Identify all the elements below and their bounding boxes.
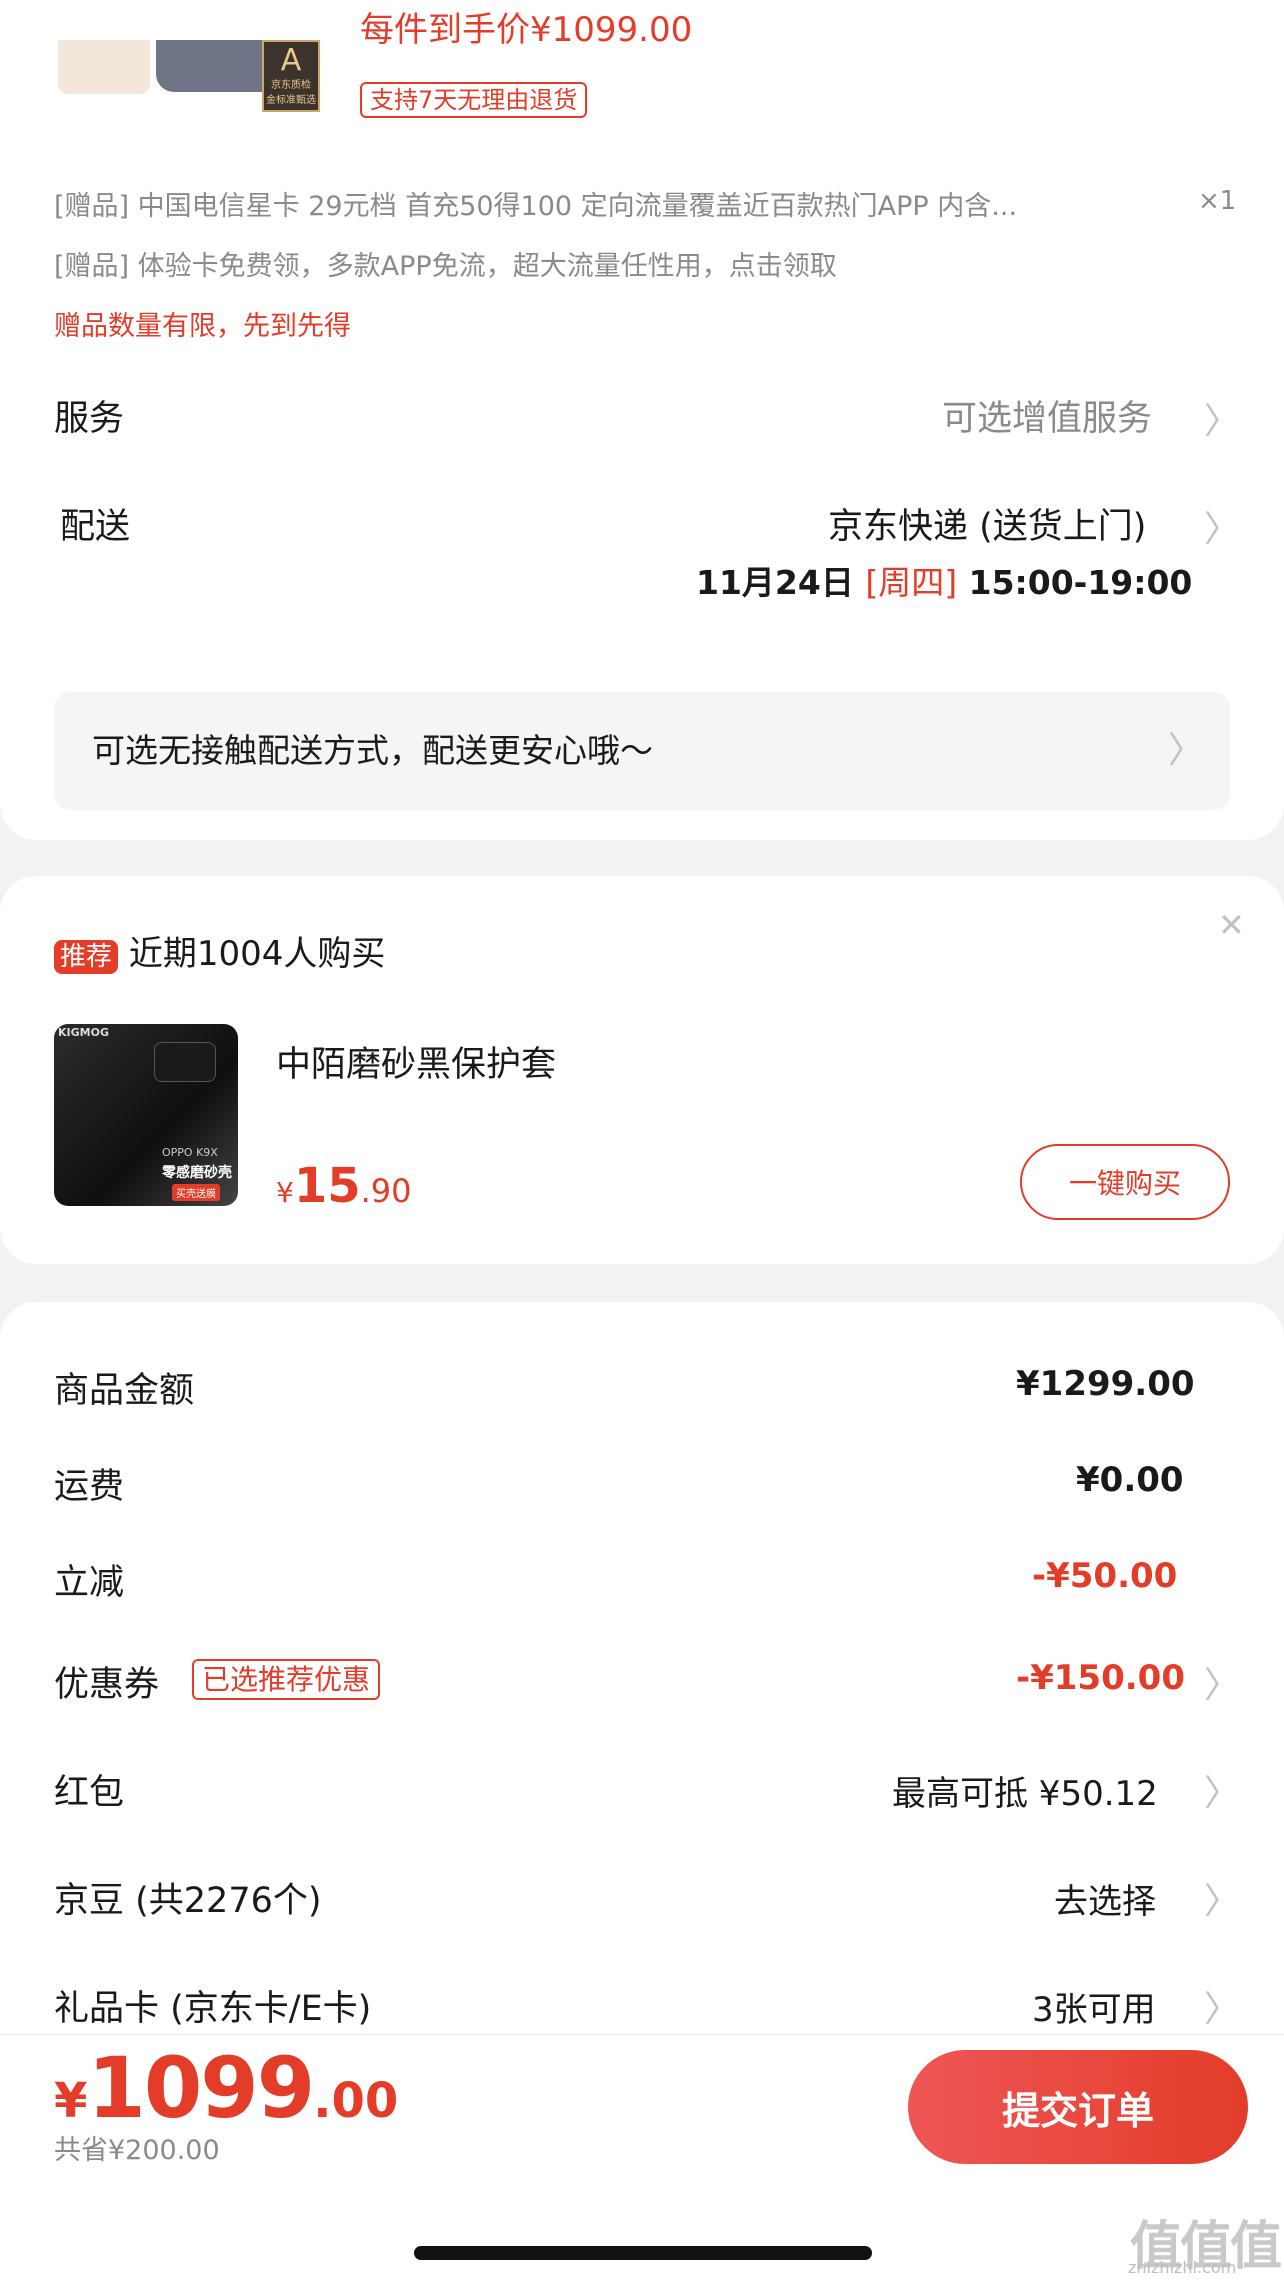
summary-label-redpacket: 红包 (54, 1773, 125, 1813)
recommend-product-image[interactable]: KIGMOG OPPO K9X 零感磨砂壳 买壳送膜 (54, 1024, 238, 1206)
total-dec: .00 (313, 2073, 399, 2129)
gift-item-2[interactable]: [赠品] 体验卡免费领，多款APP免流，超大流量任性用，点击领取 (54, 244, 837, 283)
product-thumb-partial (58, 40, 150, 94)
recommend-headline: 近期1004人购买 (128, 934, 386, 974)
coupon-tag: 已选推荐优惠 (192, 1658, 381, 1700)
gift-text: 体验卡免费领，多款APP免流，超大流量任性用，点击领取 (137, 251, 837, 282)
gift-notice: 赠品数量有限，先到先得 (54, 311, 351, 342)
delivery-label: 配送 (60, 507, 131, 547)
product-unit-price: 每件到手价¥1099.00 (360, 10, 693, 50)
summary-value-jingdou[interactable]: 去选择 (1054, 1874, 1156, 1923)
return-policy-text: 支持7天无理由退货 (360, 82, 588, 118)
chevron-right-icon[interactable]: 〉 (1204, 500, 1240, 552)
chevron-right-icon[interactable]: 〉 (1204, 1656, 1240, 1708)
summary-value-discount: -¥50.00 (1032, 1556, 1178, 1596)
delivery-time: 15:00-19:00 (968, 563, 1193, 602)
watermark-url: zhizhizhi.com (1128, 2258, 1237, 2277)
quality-badge: A 京东质检 金标准甄选 (262, 40, 320, 112)
chevron-right-icon[interactable]: 〉 (1168, 692, 1204, 810)
summary-value-goods: ¥1299.00 (1016, 1364, 1195, 1404)
coupon-tag-text: 已选推荐优惠 (192, 1659, 381, 1700)
gift-label: [赠品] (54, 251, 130, 282)
image-brand: KIGMOG (58, 1026, 109, 1039)
summary-value-coupon[interactable]: -¥150.00 (1016, 1658, 1185, 1698)
quality-badge-sub: 金标准甄选 (266, 95, 316, 106)
summary-label-shipping: 运费 (54, 1467, 125, 1507)
close-icon[interactable]: ✕ (1218, 906, 1245, 944)
chevron-right-icon[interactable]: 〉 (1204, 1872, 1240, 1924)
summary-value-redpacket[interactable]: 最高可抵 ¥50.12 (892, 1766, 1158, 1815)
chevron-right-icon[interactable]: 〉 (1204, 392, 1240, 444)
gift-qty: ×1 (1198, 186, 1237, 216)
delivery-date: 11月24日 (696, 563, 854, 602)
image-model: OPPO K9X (162, 1146, 218, 1159)
summary-value-giftcard[interactable]: 3张可用 (1032, 1982, 1156, 2031)
one-click-buy-button[interactable]: 一键购买 (1020, 1144, 1230, 1220)
image-promo: 买壳送膜 (172, 1184, 220, 1201)
recommend-price: ¥15.90 (276, 1158, 412, 1214)
gift-text: 中国电信星卡 29元档 首充50得100 定向流量覆盖近百款热门APP 内含..… (137, 191, 1018, 222)
summary-label-goods: 商品金额 (54, 1371, 195, 1411)
total-saved: 共省¥200.00 (54, 2135, 220, 2166)
recommend-tag: 推荐 (54, 940, 119, 974)
summary-value-shipping: ¥0.00 (1076, 1460, 1184, 1500)
price-dec: .90 (360, 1172, 412, 1210)
summary-label-discount: 立减 (54, 1563, 125, 1603)
chevron-right-icon[interactable]: 〉 (1204, 1980, 1240, 2032)
service-label: 服务 (54, 399, 125, 439)
total-int: 1099 (87, 2039, 315, 2137)
summary-label-jingdou: 京豆 (共2276个) (54, 1881, 322, 1921)
chevron-right-icon[interactable]: 〉 (1204, 1764, 1240, 1816)
gift-item-1[interactable]: [赠品] 中国电信星卡 29元档 首充50得100 定向流量覆盖近百款热门APP… (54, 184, 1017, 223)
home-indicator[interactable] (414, 2246, 872, 2260)
return-policy-badge: 支持7天无理由退货 (360, 80, 588, 118)
summary-label-giftcard: 礼品卡 (京东卡/E卡) (54, 1989, 372, 2029)
recommend-header: 推荐 近期1004人购买 (54, 926, 385, 975)
submit-order-button[interactable]: 提交订单 (908, 2050, 1248, 2164)
delivery-weekday: [周四] (865, 563, 958, 602)
delivery-slot[interactable]: 11月24日 [周四] 15:00-19:00 (696, 556, 1192, 604)
camera-module (154, 1042, 216, 1082)
gift-label: [赠品] (54, 191, 130, 222)
quality-badge-letter: A (280, 43, 302, 78)
recommend-product-name[interactable]: 中陌磨砂黑保护套 (276, 1036, 556, 1087)
quality-badge-text: 京东质检 (271, 80, 311, 91)
image-caption: 零感磨砂壳 (162, 1165, 232, 1181)
service-value[interactable]: 可选增值服务 (942, 390, 1152, 441)
price-int: 15 (293, 1158, 361, 1214)
contactless-notice: 可选无接触配送方式，配送更安心哦～ (92, 731, 653, 770)
summary-label-coupon: 优惠券 (54, 1665, 160, 1705)
price-currency: ¥ (276, 1176, 294, 1209)
delivery-method[interactable]: 京东快递 (送货上门) (828, 498, 1146, 549)
total-currency: ¥ (54, 2073, 88, 2129)
